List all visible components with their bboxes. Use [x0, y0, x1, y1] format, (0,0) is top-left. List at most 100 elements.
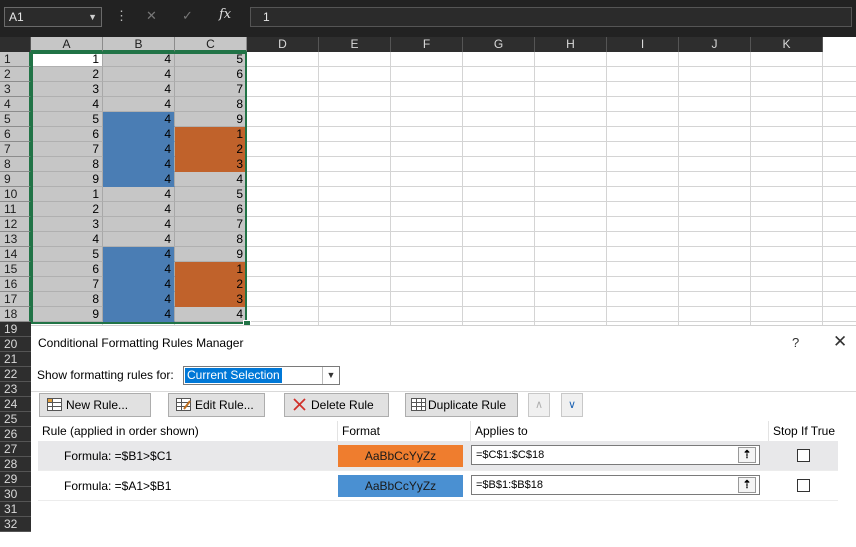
row-header-27[interactable]: 27	[0, 442, 31, 457]
cell-b8[interactable]: 4	[103, 157, 175, 172]
chevron-down-icon[interactable]: ▼	[322, 367, 339, 384]
row-header-23[interactable]: 23	[0, 382, 31, 397]
row-header-24[interactable]: 24	[0, 397, 31, 412]
cell-b1[interactable]: 4	[103, 52, 175, 67]
chevron-down-icon[interactable]: ▼	[88, 8, 97, 26]
cell-a7[interactable]: 7	[31, 142, 103, 157]
cell-c11[interactable]: 6	[175, 202, 247, 217]
row-header-2[interactable]: 2	[0, 67, 31, 82]
row-header-29[interactable]: 29	[0, 472, 31, 487]
cell-b17[interactable]: 4	[103, 292, 175, 307]
column-header-j[interactable]: J	[679, 37, 751, 52]
cell-a14[interactable]: 5	[31, 247, 103, 262]
enter-check-icon[interactable]: ✓	[182, 8, 193, 24]
cell-c18[interactable]: 4	[175, 307, 247, 322]
cell-a2[interactable]: 2	[31, 67, 103, 82]
row-header-15[interactable]: 15	[0, 262, 31, 277]
cell-a8[interactable]: 8	[31, 157, 103, 172]
cell-c17[interactable]: 3	[175, 292, 247, 307]
column-header-b[interactable]: B	[103, 37, 175, 52]
row-header-31[interactable]: 31	[0, 502, 31, 517]
column-header-k[interactable]: K	[751, 37, 823, 52]
row-header-14[interactable]: 14	[0, 247, 31, 262]
cell-a18[interactable]: 9	[31, 307, 103, 322]
row-header-3[interactable]: 3	[0, 82, 31, 97]
cell-b13[interactable]: 4	[103, 232, 175, 247]
row-header-32[interactable]: 32	[0, 517, 31, 532]
cell-b3[interactable]: 4	[103, 82, 175, 97]
rule-row[interactable]: Formula: =$A1>$B1 AaBbCcYyZz =$B$1:$B$18…	[38, 471, 838, 501]
row-header-11[interactable]: 11	[0, 202, 31, 217]
collapse-range-icon[interactable]: ⇡	[738, 477, 756, 493]
cell-b2[interactable]: 4	[103, 67, 175, 82]
row-header-5[interactable]: 5	[0, 112, 31, 127]
row-header-6[interactable]: 6	[0, 127, 31, 142]
row-header-20[interactable]: 20	[0, 337, 31, 352]
edit-rule-button[interactable]: Edit Rule...	[168, 393, 265, 417]
cell-c1[interactable]: 5	[175, 52, 247, 67]
cell-a10[interactable]: 1	[31, 187, 103, 202]
row-header-28[interactable]: 28	[0, 457, 31, 472]
close-icon[interactable]: ✕	[833, 332, 847, 352]
cell-b6[interactable]: 4	[103, 127, 175, 142]
cell-b16[interactable]: 4	[103, 277, 175, 292]
cell-a3[interactable]: 3	[31, 82, 103, 97]
cell-a15[interactable]: 6	[31, 262, 103, 277]
delete-rule-button[interactable]: Delete Rule	[284, 393, 389, 417]
cell-b11[interactable]: 4	[103, 202, 175, 217]
cell-c3[interactable]: 7	[175, 82, 247, 97]
new-rule-button[interactable]: New Rule...	[39, 393, 151, 417]
cell-a1[interactable]: 1	[31, 52, 103, 67]
cell-c10[interactable]: 5	[175, 187, 247, 202]
cell-c2[interactable]: 6	[175, 67, 247, 82]
column-header-e[interactable]: E	[319, 37, 391, 52]
row-header-18[interactable]: 18	[0, 307, 31, 322]
column-header-g[interactable]: G	[463, 37, 535, 52]
cell-a5[interactable]: 5	[31, 112, 103, 127]
column-header-a[interactable]: A	[31, 37, 103, 52]
cell-a13[interactable]: 4	[31, 232, 103, 247]
move-down-button[interactable]: ∨	[561, 393, 583, 417]
applies-to-input[interactable]: =$C$1:$C$18	[471, 445, 760, 465]
duplicate-rule-button[interactable]: Duplicate Rule	[405, 393, 518, 417]
cell-a12[interactable]: 3	[31, 217, 103, 232]
cell-c6[interactable]: 1	[175, 127, 247, 142]
stop-if-true-checkbox[interactable]	[797, 479, 810, 492]
cell-b7[interactable]: 4	[103, 142, 175, 157]
cell-b14[interactable]: 4	[103, 247, 175, 262]
formula-input[interactable]: 1	[250, 7, 852, 27]
cell-c9[interactable]: 4	[175, 172, 247, 187]
column-header-c[interactable]: C	[175, 37, 247, 52]
cell-c16[interactable]: 2	[175, 277, 247, 292]
row-header-22[interactable]: 22	[0, 367, 31, 382]
stop-if-true-checkbox[interactable]	[797, 449, 810, 462]
row-header-8[interactable]: 8	[0, 157, 31, 172]
cell-a9[interactable]: 9	[31, 172, 103, 187]
column-header-f[interactable]: F	[391, 37, 463, 52]
insert-function-icon[interactable]: fx	[219, 7, 231, 22]
column-header-h[interactable]: H	[535, 37, 607, 52]
cell-b5[interactable]: 4	[103, 112, 175, 127]
applies-to-input[interactable]: =$B$1:$B$18	[471, 475, 760, 495]
cell-a11[interactable]: 2	[31, 202, 103, 217]
cell-b12[interactable]: 4	[103, 217, 175, 232]
row-header-1[interactable]: 1	[0, 52, 31, 67]
cell-b10[interactable]: 4	[103, 187, 175, 202]
row-header-26[interactable]: 26	[0, 427, 31, 442]
cell-a6[interactable]: 6	[31, 127, 103, 142]
cell-c8[interactable]: 3	[175, 157, 247, 172]
row-header-21[interactable]: 21	[0, 352, 31, 367]
cell-b9[interactable]: 4	[103, 172, 175, 187]
row-header-16[interactable]: 16	[0, 277, 31, 292]
row-header-30[interactable]: 30	[0, 487, 31, 502]
move-up-button[interactable]: ∧	[528, 393, 550, 417]
help-icon[interactable]: ?	[792, 335, 799, 350]
row-header-9[interactable]: 9	[0, 172, 31, 187]
row-header-17[interactable]: 17	[0, 292, 31, 307]
column-header-d[interactable]: D	[247, 37, 319, 52]
rule-row[interactable]: Formula: =$B1>$C1 AaBbCcYyZz =$C$1:$C$18…	[38, 441, 838, 471]
name-box[interactable]: A1 ▼	[4, 7, 102, 27]
select-all-corner[interactable]	[0, 37, 31, 52]
collapse-range-icon[interactable]: ⇡	[738, 447, 756, 463]
cell-a4[interactable]: 4	[31, 97, 103, 112]
